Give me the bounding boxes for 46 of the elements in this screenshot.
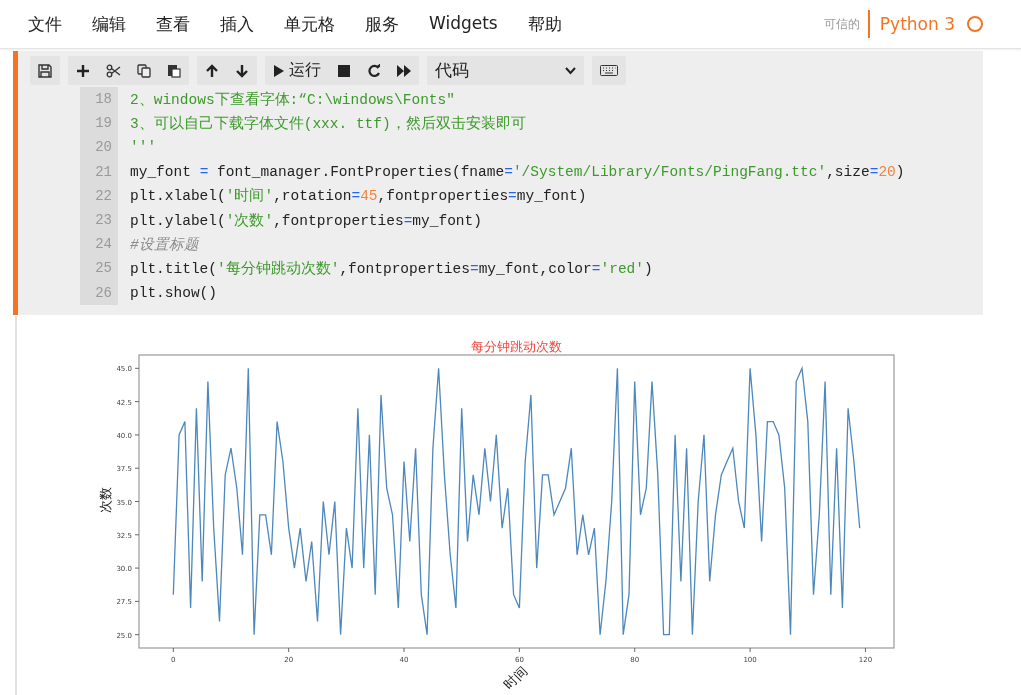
menu-item[interactable]: Widgets [429, 12, 498, 36]
caret-icon [565, 66, 576, 75]
stop-icon [338, 64, 350, 77]
down-arrow-icon [235, 63, 249, 78]
chart-title: 每分钟跳动次数 [470, 338, 562, 354]
paste-icon [167, 63, 181, 78]
code-line: ''' [129, 139, 157, 156]
line-number: 22 [94, 187, 113, 204]
code-line: plt.show() [129, 284, 217, 301]
x-axis-label: 时间 [500, 662, 530, 692]
menu-item[interactable]: 文件 [28, 12, 62, 36]
line-number: 26 [94, 284, 113, 301]
code-line: plt.ylabel('次数',fontproperties=my_font) [129, 211, 482, 230]
restart-icon [367, 63, 381, 78]
code-line: plt.xlabel('时间',rotation=45,fontproperties=my_font) [129, 186, 587, 206]
cell-type-select[interactable]: 代码 [427, 56, 584, 85]
line-number: 21 [94, 163, 113, 180]
scissors-icon [106, 63, 121, 78]
code-line: 3、可以自己下载字体文件(xxx. ttf)，然后双击安装即可 [129, 114, 526, 133]
code-line: my_font = font_manager.FontProperties(fname='/System/Library/Fonts/PingFang.ttc',size=20) [129, 163, 905, 180]
menu-item[interactable]: 插入 [220, 12, 254, 36]
code-line: #设置标题 [129, 235, 199, 254]
menu-item[interactable]: 帮助 [527, 12, 562, 36]
plus-icon [76, 63, 90, 78]
line-number: 23 [94, 212, 113, 229]
menu-item[interactable]: 查看 [156, 12, 190, 36]
line-number: 25 [94, 260, 113, 277]
line-number: 18 [94, 91, 113, 108]
save-button[interactable] [30, 56, 60, 85]
code-line: plt.title('每分钟跳动次数',fontproperties=my_font,color='red') [129, 259, 653, 278]
menu-item[interactable]: 编辑 [92, 12, 126, 36]
line-number: 19 [94, 115, 113, 132]
copy-icon [137, 63, 151, 78]
fast-forward-icon [397, 64, 411, 77]
line-number: 24 [94, 236, 113, 253]
save-icon [38, 63, 52, 78]
line-number: 20 [94, 139, 113, 156]
play-icon [273, 64, 284, 77]
menu-item[interactable]: 服务 [365, 12, 399, 36]
up-arrow-icon [205, 63, 219, 78]
menu-item[interactable]: 单元格 [284, 12, 335, 36]
y-axis-label: 次数 [97, 486, 113, 513]
keyboard-icon [600, 65, 618, 76]
trusted-label: 可信的 [823, 15, 861, 33]
code-line: 2、windows下查看字体:“C:\windows\Fonts" [129, 90, 455, 109]
keyboard-button[interactable] [592, 56, 626, 85]
